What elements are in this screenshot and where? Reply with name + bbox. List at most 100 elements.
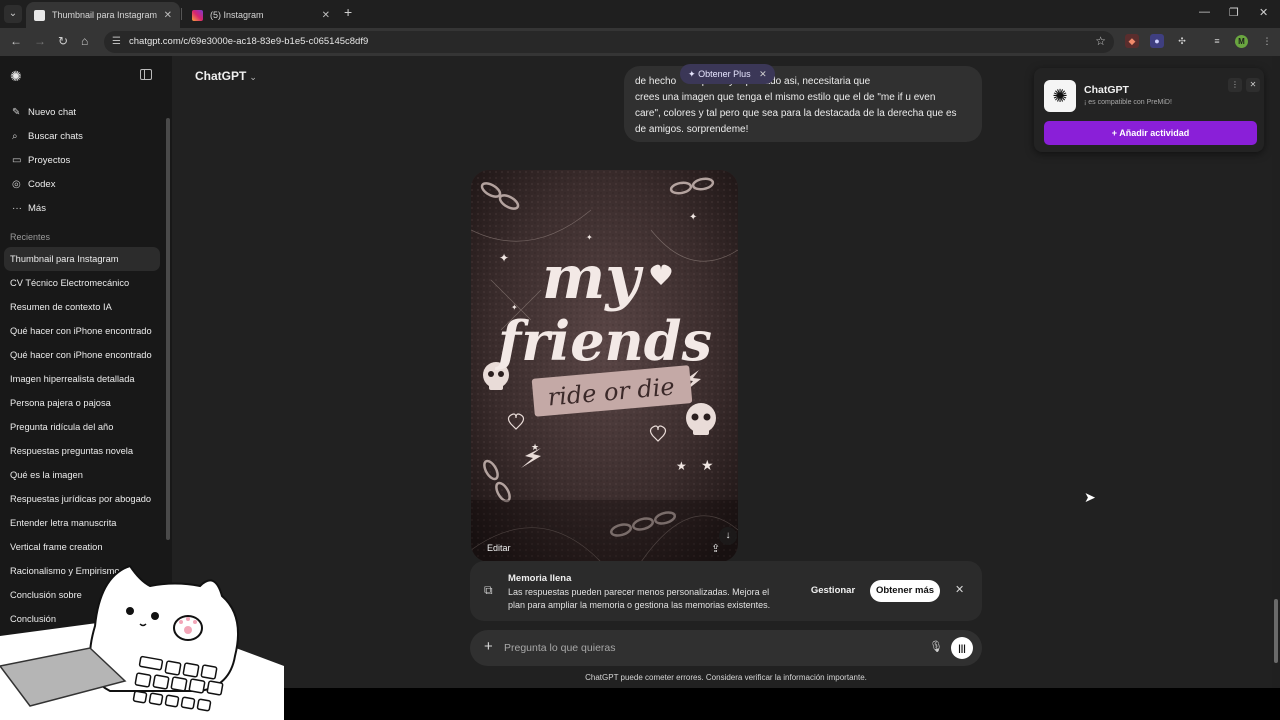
site-info-icon[interactable]: ☰ [112,36,121,47]
share-icon[interactable]: ⇪ [711,542,720,555]
chat-history-item[interactable]: Respuestas preguntas novela [4,439,160,463]
chat-history-item[interactable]: Qué es la imagen [4,463,160,487]
user-message-bubble: de hecho que haya quedado asi, necesitar… [624,66,982,142]
new-tab-icon[interactable]: + [344,4,352,20]
extensions-puzzle-icon[interactable]: ✣ [1175,34,1189,48]
profile-avatar[interactable]: M [1235,35,1248,48]
chat-history-item[interactable]: CV Técnico Electromecánico [4,271,160,295]
back-icon[interactable]: ← [10,34,22,48]
close-icon[interactable]: ✕ [955,583,964,596]
download-icon[interactable]: ↓ [719,527,737,545]
premid-popup: ✺ ChatGPT ¡ es compatible con PreMiD! ⋮ … [1034,68,1264,152]
chatgpt-favicon-icon [34,9,45,21]
memory-full-banner: ⧉ Memoria llena Las respuestas pueden pa… [470,561,982,621]
search-icon: ⌕ [12,130,18,142]
chat-history-item[interactable]: Respuestas jurídicas por abogado [4,487,160,511]
microphone-icon[interactable]: 🎙︎ [929,640,943,653]
add-activity-button[interactable]: + Añadir actividad [1044,121,1257,145]
sidebar-item-label: Codex [28,178,56,190]
browser-menu-icon[interactable]: ⋮ [1260,34,1274,48]
more-options-icon[interactable]: ⋮ [1228,78,1242,92]
home-icon[interactable]: ⌂ [81,34,88,48]
get-more-button[interactable]: Obtener más [870,580,940,602]
forward-icon[interactable]: → [34,34,46,48]
chat-history-item[interactable]: Persona pajera o pajosa [4,391,160,415]
chat-history-item[interactable]: Pregunta ridícula del año [4,415,160,439]
address-bar[interactable]: ☰ chatgpt.com/c/69e3000e-ac18-83e9-b1e5-… [104,31,1114,53]
close-icon[interactable]: ✕ [759,69,767,79]
reload-icon[interactable]: ↻ [58,34,68,48]
sidebar-scrollbar[interactable] [166,118,170,540]
folder-icon: ▭ [12,154,22,166]
minimize-icon[interactable]: — [1199,6,1210,18]
voice-mode-button[interactable]: ||| [951,637,973,659]
sidebar-item-search[interactable]: ⌕ Buscar chats [4,124,160,148]
browser-toolbar: ← → ↻ ⌂ ☰ chatgpt.com/c/69e3000e-ac18-83… [0,28,1280,56]
edit-image-button[interactable]: Editar [487,543,511,553]
premid-title: ChatGPT [1084,84,1129,96]
composer: + 🎙︎ ||| [470,630,982,666]
manage-memory-button[interactable]: Gestionar [804,580,862,602]
generated-image-art: ✦ ✦ ★ ★ ✦ ✦ ★ my friends ride or die [471,170,738,562]
recents-heading: Recientes [10,232,51,242]
chat-history-item[interactable]: Qué hacer con iPhone encontrado [4,319,160,343]
tab-separator [181,8,182,20]
generated-image[interactable]: ✦ ✦ ★ ★ ✦ ✦ ★ my friends ride or die [471,170,738,562]
model-selector[interactable]: ChatGPT ⌄ [195,69,257,83]
sidebar-nav: ✎ Nuevo chat ⌕ Buscar chats ▭ Proyectos ◎ Co… [4,100,160,220]
main-scrollbar[interactable] [1272,56,1280,688]
get-plus-pill[interactable]: ✦ Obtener Plus ✕ [680,64,775,84]
scrollbar-thumb[interactable] [1274,599,1278,663]
memory-title: Memoria llena [508,573,572,584]
sidebar-item-more[interactable]: ··· Más [4,196,160,220]
premid-subtitle: ¡ es compatible con PreMiD! [1084,99,1172,106]
user-message-line: de amigos. sorprendeme! [635,124,749,135]
user-message-line: care", colores y tal pero que sea para l… [635,108,957,119]
tab-instagram[interactable]: (5) Instagram ✕ [184,2,338,28]
tab-close-icon[interactable]: ✕ [322,10,330,21]
model-title: ChatGPT [195,69,247,83]
tab-thumbnail[interactable]: Thumbnail para Instagram ✕ [26,2,180,28]
cat-illustration [0,564,284,720]
add-attachment-icon[interactable]: + [484,638,493,655]
chatgpt-logo-icon[interactable]: ✺ [10,68,22,85]
tab-title: (5) Instagram [210,10,264,20]
user-message-line: crees una imagen que tenga el mismo esti… [635,92,936,103]
edit-icon: ✎ [12,106,21,118]
prompt-input[interactable] [504,639,884,657]
chat-history-item[interactable]: Entender letra manuscrita [4,511,160,535]
extension-icon[interactable]: ◆ [1125,34,1139,48]
chat-history-item[interactable]: Qué hacer con iPhone encontrado [4,343,160,367]
chevron-down-icon: ⌄ [249,72,257,82]
sidebar-item-label: Más [28,202,46,214]
sidebar-item-label: Nuevo chat [28,106,77,118]
more-icon: ··· [12,202,22,214]
memory-text: Las respuestas pueden parecer menos pers… [508,587,771,610]
memory-icon: ⧉ [484,583,493,597]
sparkle-icon: ✦ [688,69,696,79]
tab-close-icon[interactable]: ✕ [164,10,172,21]
sidebar-toggle-icon[interactable] [140,69,152,80]
tab-title: Thumbnail para Instagram [52,10,158,20]
restore-icon[interactable]: ❐ [1229,6,1239,19]
sidebar-item-label: Buscar chats [28,130,83,142]
chat-main: ChatGPT⌄ de hecho que haya quedado asi, … [172,56,1272,688]
sidebar-item-label: Proyectos [28,154,71,166]
close-icon[interactable]: ✕ [1246,78,1260,92]
bookmark-star-icon[interactable]: ☆ [1095,34,1106,48]
chat-history-item[interactable]: Resumen de contexto IA [4,295,160,319]
sidebar-item-codex[interactable]: ◎ Codex [4,172,160,196]
premid-extension-icon[interactable]: ● [1150,34,1164,48]
window-close-icon[interactable]: ✕ [1259,6,1268,19]
add-activity-label: Añadir actividad [1119,128,1190,138]
tab-search-button[interactable]: ⌄ [4,5,22,23]
chat-history-item[interactable]: Thumbnail para Instagram [4,247,160,271]
sidebar-item-new-chat[interactable]: ✎ Nuevo chat [4,100,160,124]
sidebar-item-projects[interactable]: ▭ Proyectos [4,148,160,172]
chat-history-item[interactable]: Imagen hiperrealista detallada [4,367,160,391]
plus-icon: + [1111,128,1118,138]
mouse-cursor-icon: ➤ [1084,489,1096,505]
svg-text:★: ★ [701,458,714,474]
media-controls-icon[interactable]: ≡ [1210,34,1224,48]
codex-icon: ◎ [12,178,21,190]
